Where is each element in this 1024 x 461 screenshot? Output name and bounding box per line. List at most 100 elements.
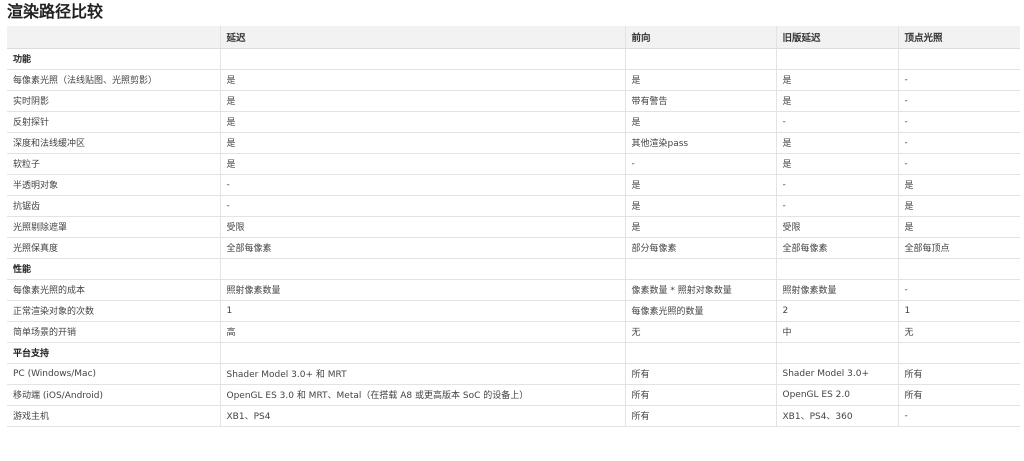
cell-forward: 其他渲染pass — [625, 132, 777, 154]
header-deferred: 延迟 — [220, 26, 626, 49]
cell-forward: 部分每像素 — [625, 237, 777, 259]
section-empty-cell — [776, 258, 899, 280]
table-row: 每像素光照（法线贴图、光照剪影）是是是 - — [7, 69, 1020, 91]
feature-label: 游戏主机 — [7, 405, 221, 427]
feature-label: 抗锯齿 — [7, 195, 221, 217]
cell-legacy-deferred: 受限 — [776, 216, 899, 238]
cell-vertex-lit: 1 — [898, 300, 1020, 322]
header-vertex-lit: 顶点光照 — [898, 26, 1020, 49]
cell-legacy-deferred: 是 — [776, 69, 899, 91]
cell-deferred: 是 — [220, 111, 626, 133]
cell-vertex-lit: 是 — [898, 195, 1020, 217]
section-row: 性能 — [7, 258, 1020, 280]
cell-forward: 无 — [625, 321, 777, 343]
cell-deferred: 是 — [220, 153, 626, 175]
cell-deferred: 1 — [220, 300, 626, 322]
cell-vertex-lit: - — [898, 153, 1020, 175]
cell-deferred: 是 — [220, 90, 626, 112]
cell-deferred: 高 — [220, 321, 626, 343]
cell-vertex-lit: 是 — [898, 216, 1020, 238]
table-row: 半透明对象 - 是 - 是 — [7, 174, 1020, 196]
table-row: 简单场景的开销高无中无 — [7, 321, 1020, 343]
cell-legacy-deferred: OpenGL ES 2.0 — [776, 384, 899, 406]
feature-label: 反射探针 — [7, 111, 221, 133]
section-title: 性能 — [7, 258, 221, 280]
cell-deferred: XB1、PS4 — [220, 405, 626, 427]
cell-legacy-deferred: Shader Model 3.0+ — [776, 363, 899, 385]
cell-vertex-lit: 无 — [898, 321, 1020, 343]
cell-vertex-lit: 所有 — [898, 363, 1020, 385]
cell-forward: 每像素光照的数量 — [625, 300, 777, 322]
section-empty-cell — [898, 342, 1020, 364]
feature-label: 半透明对象 — [7, 174, 221, 196]
feature-label: 每像素光照（法线贴图、光照剪影） — [7, 69, 221, 91]
cell-legacy-deferred: - — [776, 111, 899, 133]
cell-forward: 带有警告 — [625, 90, 777, 112]
cell-forward: 所有 — [625, 384, 777, 406]
table-row: 光照保真度 全部每像素 部分每像素 全部每像素 全部每顶点 — [7, 237, 1020, 259]
header-forward: 前向 — [625, 26, 777, 49]
page-title: 渲染路径比较 — [7, 2, 104, 21]
cell-vertex-lit: - — [898, 69, 1020, 91]
cell-deferred: OpenGL ES 3.0 和 MRT、Metal（在搭载 A8 或更高版本 S… — [220, 384, 626, 406]
feature-label: 光照保真度 — [7, 237, 221, 259]
cell-vertex-lit: 全部每顶点 — [898, 237, 1020, 259]
cell-deferred: Shader Model 3.0+ 和 MRT — [220, 363, 626, 385]
feature-label: 移动端 (iOS/Android) — [7, 384, 221, 406]
table-row: 每像素光照的成本 照射像素数量 像素数量 * 照射对象数量 照射像素数量 - — [7, 279, 1020, 301]
section-empty-cell — [898, 48, 1020, 70]
cell-forward: 是 — [625, 111, 777, 133]
table-row: 深度和法线缓冲区是其他渲染pass 是 - — [7, 132, 1020, 154]
feature-label: PC (Windows/Mac) — [7, 363, 221, 385]
table-body: 功能 每像素光照（法线贴图、光照剪影）是是是 - 实时阴影是带有警告是 - 反射探针是是 -… — [7, 48, 1020, 427]
cell-legacy-deferred: 照射像素数量 — [776, 279, 899, 301]
cell-forward: - — [625, 153, 777, 175]
cell-forward: 是 — [625, 69, 777, 91]
header-row: 延迟 前向 旧版延迟 顶点光照 — [7, 26, 1020, 49]
table-row: 移动端 (iOS/Android) OpenGL ES 3.0 和 MRT、Met… — [7, 384, 1020, 406]
table-header: 延迟 前向 旧版延迟 顶点光照 — [7, 26, 1020, 49]
cell-forward: 像素数量 * 照射对象数量 — [625, 279, 777, 301]
section-empty-cell — [625, 48, 777, 70]
section-empty-cell — [220, 258, 626, 280]
page: 渲染路径比较 延迟 前向 旧版延迟 顶点光照 功能 每像素光照（法线贴图、光照剪影… — [0, 0, 1024, 461]
cell-deferred: 是 — [220, 132, 626, 154]
cell-deferred: 照射像素数量 — [220, 279, 626, 301]
feature-label: 简单场景的开销 — [7, 321, 221, 343]
cell-deferred: 受限 — [220, 216, 626, 238]
cell-legacy-deferred: XB1、PS4、360 — [776, 405, 899, 427]
cell-deferred: - — [220, 195, 626, 217]
cell-vertex-lit: - — [898, 279, 1020, 301]
cell-legacy-deferred: 是 — [776, 153, 899, 175]
cell-legacy-deferred: - — [776, 174, 899, 196]
table-row: 正常渲染对象的次数 1 每像素光照的数量 2 1 — [7, 300, 1020, 322]
cell-legacy-deferred: 2 — [776, 300, 899, 322]
table-row: 抗锯齿 - 是 - 是 — [7, 195, 1020, 217]
feature-label: 每像素光照的成本 — [7, 279, 221, 301]
header-legacy-deferred: 旧版延迟 — [776, 26, 899, 49]
cell-forward: 是 — [625, 216, 777, 238]
cell-forward: 所有 — [625, 405, 777, 427]
feature-label: 光照剔除遮罩 — [7, 216, 221, 238]
section-empty-cell — [898, 258, 1020, 280]
section-row: 平台支持 — [7, 342, 1020, 364]
section-title: 平台支持 — [7, 342, 221, 364]
cell-vertex-lit: - — [898, 132, 1020, 154]
cell-deferred: - — [220, 174, 626, 196]
cell-legacy-deferred: 中 — [776, 321, 899, 343]
cell-forward: 是 — [625, 195, 777, 217]
cell-legacy-deferred: 是 — [776, 90, 899, 112]
section-empty-cell — [776, 48, 899, 70]
header-feature-column — [7, 26, 221, 49]
cell-deferred: 是 — [220, 69, 626, 91]
cell-vertex-lit: 所有 — [898, 384, 1020, 406]
feature-label: 软粒子 — [7, 153, 221, 175]
table-row: 光照剔除遮罩 受限是受限是 — [7, 216, 1020, 238]
cell-vertex-lit: - — [898, 405, 1020, 427]
section-empty-cell — [625, 258, 777, 280]
feature-label: 深度和法线缓冲区 — [7, 132, 221, 154]
cell-legacy-deferred: 全部每像素 — [776, 237, 899, 259]
cell-vertex-lit: - — [898, 90, 1020, 112]
table-row: PC (Windows/Mac) Shader Model 3.0+ 和 MRT 所… — [7, 363, 1020, 385]
cell-forward: 是 — [625, 174, 777, 196]
